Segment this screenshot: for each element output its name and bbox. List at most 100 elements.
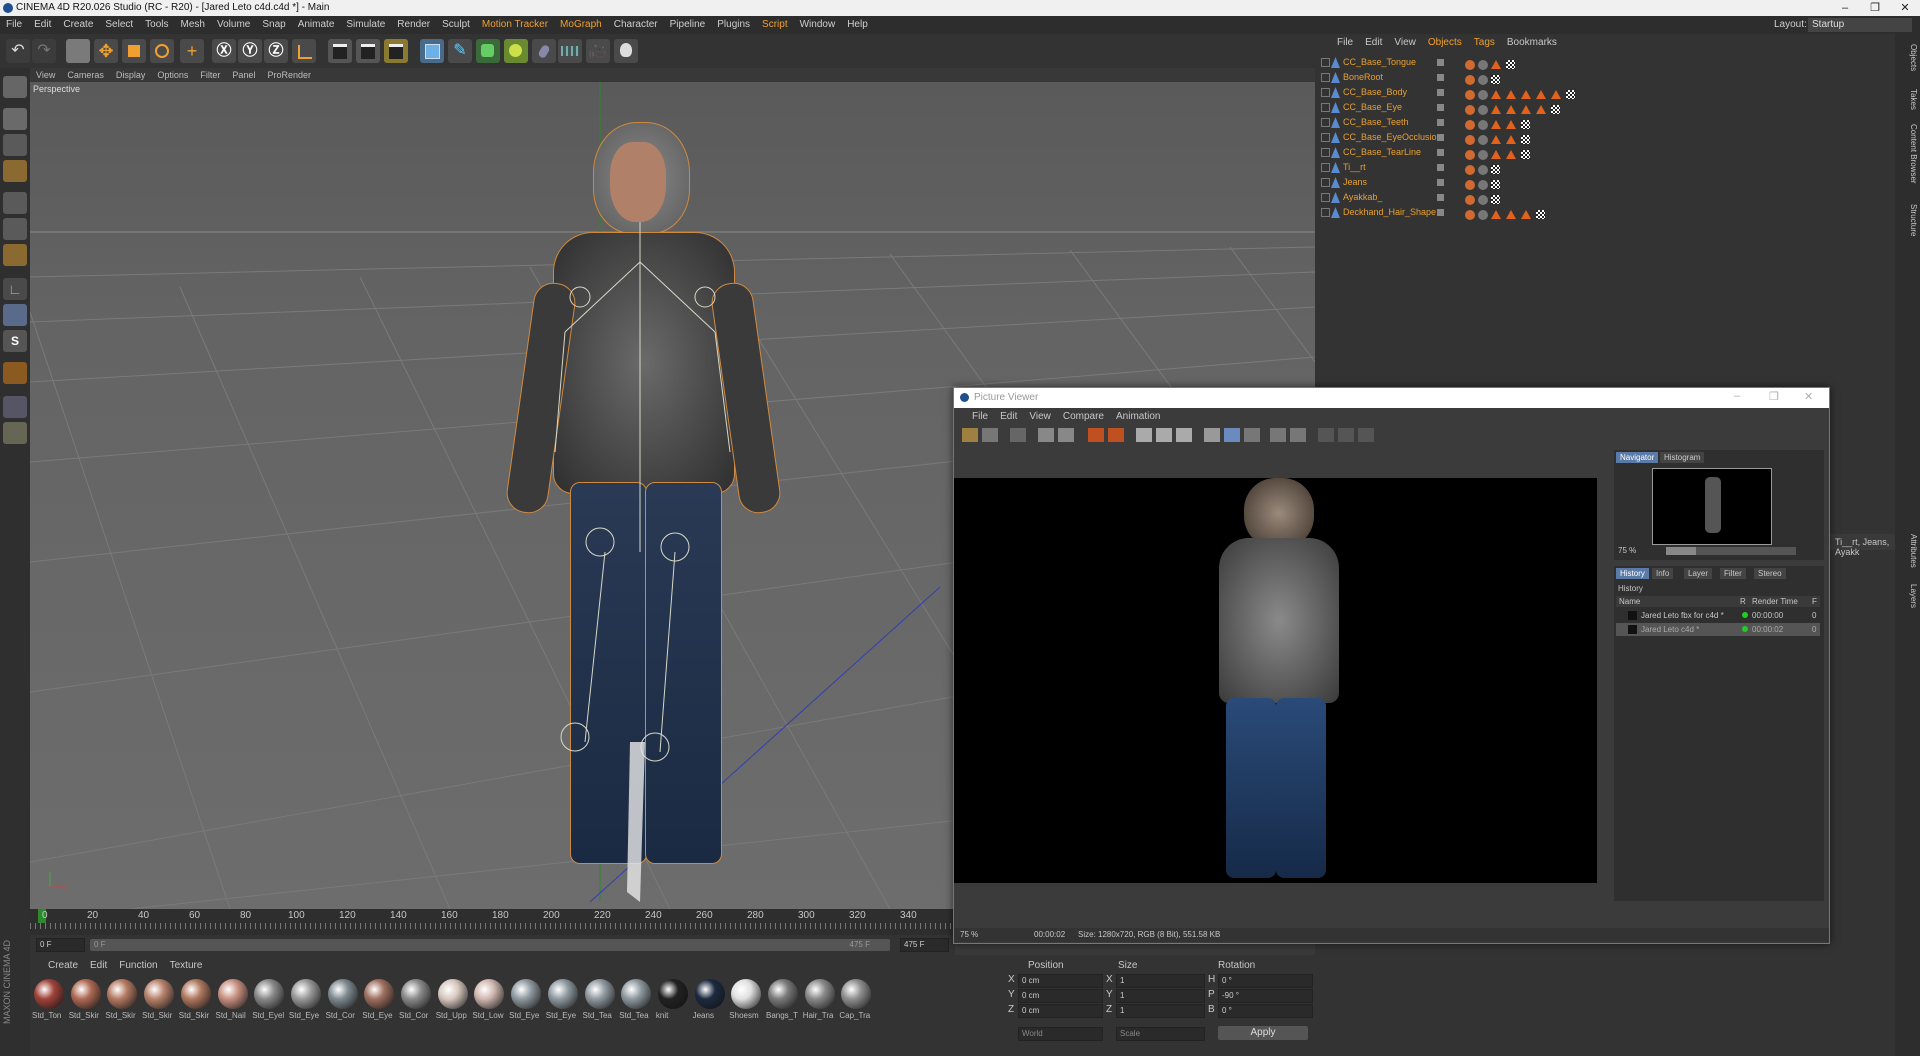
- camera-icon[interactable]: 🎥: [586, 39, 610, 63]
- material-swatch[interactable]: [70, 979, 101, 1009]
- material-swatch[interactable]: [437, 979, 468, 1009]
- render-region-icon[interactable]: [1038, 428, 1054, 442]
- snap-icon[interactable]: S: [3, 330, 27, 352]
- material-swatch[interactable]: [841, 979, 872, 1009]
- expand-icon[interactable]: [1321, 103, 1330, 112]
- material-swatch[interactable]: [290, 979, 321, 1009]
- x-axis-icon[interactable]: Ⓧ: [212, 39, 236, 63]
- render-view-icon[interactable]: [328, 39, 352, 63]
- navigator-zoom-slider[interactable]: [1666, 547, 1796, 555]
- compare-b-icon[interactable]: [1108, 428, 1124, 442]
- uvw-tag-icon[interactable]: [1491, 165, 1500, 175]
- material-swatch[interactable]: [474, 979, 505, 1009]
- edges-mode-icon[interactable]: [3, 218, 27, 240]
- viewport-menu-panel[interactable]: Panel: [226, 68, 261, 82]
- selection-tag-icon[interactable]: [1521, 105, 1531, 115]
- lock-workplane-icon[interactable]: [3, 362, 27, 384]
- material-tag-icon[interactable]: [1478, 164, 1488, 175]
- material-swatch[interactable]: [731, 979, 762, 1009]
- pv-menu-edit[interactable]: Edit: [994, 411, 1023, 422]
- layout-select[interactable]: Startup: [1808, 18, 1912, 32]
- swap-icon[interactable]: [1244, 428, 1260, 442]
- uvw-tag-icon[interactable]: [1491, 75, 1500, 85]
- visibility-icon[interactable]: [1437, 149, 1444, 156]
- a-b-icon[interactable]: [1270, 428, 1286, 442]
- object-name[interactable]: CC_Base_Teeth: [1343, 115, 1409, 130]
- weight-tag-icon[interactable]: [1465, 104, 1475, 115]
- menu-volume[interactable]: Volume: [211, 16, 256, 34]
- weight-tag-icon[interactable]: [1465, 149, 1475, 160]
- menu-motion-tracker[interactable]: Motion Tracker: [476, 16, 554, 34]
- material-swatch[interactable]: [657, 979, 688, 1009]
- weight-tag-icon[interactable]: [1465, 59, 1475, 70]
- selection-tag-icon[interactable]: [1521, 90, 1531, 100]
- object-row[interactable]: CC_Base_Tongue: [1315, 55, 1885, 70]
- material-tag-icon[interactable]: [1478, 59, 1488, 70]
- menu-create[interactable]: Create: [57, 16, 99, 34]
- render-to-picture-viewer-icon[interactable]: [356, 39, 380, 63]
- material-swatch[interactable]: [254, 979, 285, 1009]
- tab-navigator[interactable]: Navigator: [1616, 452, 1659, 463]
- expand-icon[interactable]: [1321, 73, 1330, 82]
- visibility-icon[interactable]: [1437, 164, 1444, 171]
- polygons-mode-icon[interactable]: [3, 244, 27, 266]
- open-icon[interactable]: [962, 428, 978, 442]
- deformer-icon[interactable]: [532, 39, 556, 63]
- pv-maximize-button[interactable]: ❐: [1769, 390, 1779, 403]
- object-name[interactable]: CC_Base_Eye: [1343, 100, 1402, 115]
- object-row[interactable]: Deckhand_Hair_Shape: [1315, 205, 1885, 220]
- selection-tag-icon[interactable]: [1536, 90, 1546, 100]
- material-swatch[interactable]: [547, 979, 578, 1009]
- weight-tag-icon[interactable]: [1465, 74, 1475, 85]
- uvw-tag-icon[interactable]: [1536, 210, 1545, 220]
- material-swatch[interactable]: [511, 979, 542, 1009]
- menu-animate[interactable]: Animate: [292, 16, 341, 34]
- material-swatch[interactable]: [768, 979, 798, 1009]
- weight-tag-icon[interactable]: [1465, 209, 1475, 220]
- rotation-b-field[interactable]: 0 °: [1218, 1004, 1313, 1018]
- move-icon[interactable]: ✥: [94, 39, 118, 63]
- tab-objects[interactable]: Objects: [1909, 44, 1918, 71]
- uvw-tag-icon[interactable]: [1491, 195, 1500, 205]
- material-swatch[interactable]: [364, 979, 395, 1009]
- uvw-tag-icon[interactable]: [1521, 120, 1530, 130]
- stop-render-icon[interactable]: [1010, 428, 1026, 442]
- expand-icon[interactable]: [1321, 178, 1330, 187]
- pv-menu-animation[interactable]: Animation: [1110, 411, 1166, 422]
- visibility-icon[interactable]: [1437, 194, 1444, 201]
- material-tag-icon[interactable]: [1478, 209, 1488, 220]
- viewport-menu-filter[interactable]: Filter: [194, 68, 226, 82]
- timeline-ruler[interactable]: 0 20 40 60 80 100 120 140 160 180 200 22…: [30, 909, 955, 935]
- light-icon[interactable]: [614, 39, 638, 63]
- selection-tag-icon[interactable]: [1506, 105, 1516, 115]
- character-model[interactable]: [504, 122, 783, 909]
- rotate-icon[interactable]: [150, 39, 174, 63]
- menu-file[interactable]: File: [0, 16, 28, 34]
- expand-icon[interactable]: [1321, 133, 1330, 142]
- material-swatch[interactable]: [144, 979, 175, 1009]
- position-z-field[interactable]: 0 cm: [1018, 1004, 1103, 1018]
- coordinate-mode-select[interactable]: World: [1018, 1027, 1103, 1041]
- visibility-icon[interactable]: [1437, 59, 1444, 66]
- uvw-tag-icon[interactable]: [1521, 135, 1530, 145]
- object-name[interactable]: CC_Base_Tongue: [1343, 55, 1416, 70]
- floor-icon[interactable]: [558, 39, 582, 63]
- selection-tag-icon[interactable]: [1491, 135, 1501, 145]
- make-editable-icon[interactable]: [3, 76, 27, 98]
- weight-tag-icon[interactable]: [1465, 179, 1475, 190]
- rotation-p-field[interactable]: -90 °: [1218, 989, 1313, 1003]
- tab-histogram[interactable]: Histogram: [1660, 452, 1705, 463]
- selection-tag-icon[interactable]: [1491, 105, 1501, 115]
- redo-icon[interactable]: ↷: [32, 39, 56, 63]
- visibility-icon[interactable]: [1437, 119, 1444, 126]
- selection-tag-icon[interactable]: [1506, 135, 1516, 145]
- maximize-button[interactable]: ❐: [1860, 0, 1890, 16]
- object-row[interactable]: Ti__rt: [1315, 160, 1885, 175]
- selection-tag-icon[interactable]: [1491, 150, 1501, 160]
- selection-tag-icon[interactable]: [1506, 210, 1516, 220]
- menu-sculpt[interactable]: Sculpt: [436, 16, 476, 34]
- tab-structure[interactable]: Structure: [1909, 204, 1918, 236]
- object-name[interactable]: Ti__rt: [1343, 160, 1366, 175]
- material-swatch[interactable]: [180, 979, 211, 1009]
- tab-stereo[interactable]: Stereo: [1754, 568, 1786, 579]
